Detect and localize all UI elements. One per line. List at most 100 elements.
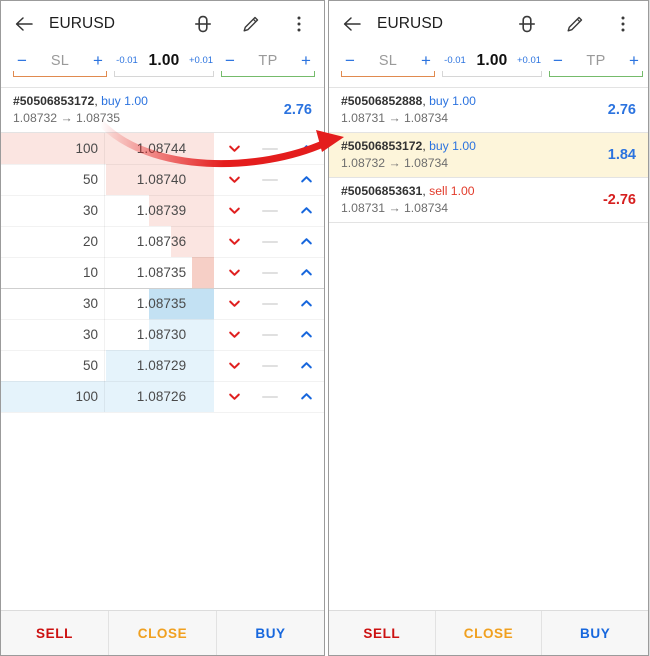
dom-row[interactable]: 301.08735 xyxy=(1,288,324,319)
chevron-down-icon[interactable] xyxy=(216,327,252,342)
sl-increment-button[interactable]: + xyxy=(415,52,437,69)
chevron-up-icon[interactable] xyxy=(288,172,324,187)
volume-step-down[interactable]: -0.01 xyxy=(440,55,470,66)
position-headline: #50506853172, buy 1.00 xyxy=(341,138,598,154)
dom-row[interactable]: 1001.08744 xyxy=(1,133,324,164)
position-row[interactable]: #50506853631, sell 1.001.08731 → 1.08734… xyxy=(329,178,648,223)
take-profit-field[interactable]: − TP + xyxy=(547,47,645,74)
chevron-down-icon[interactable] xyxy=(216,296,252,311)
dom-price: 1.08744 xyxy=(107,141,216,156)
volume-step-up[interactable]: +0.01 xyxy=(514,55,544,66)
position-prices: 1.08732 → 1.08734 xyxy=(341,155,598,171)
chevron-up-icon[interactable] xyxy=(288,234,324,249)
position-direction: buy 1.00 xyxy=(101,94,148,108)
take-profit-field[interactable]: − TP + xyxy=(219,47,317,74)
volume-step-down[interactable]: -0.01 xyxy=(112,55,142,66)
dom-row[interactable]: 501.08740 xyxy=(1,164,324,195)
overflow-menu-icon[interactable] xyxy=(288,13,310,35)
chevron-down-icon[interactable] xyxy=(216,234,252,249)
chevron-down-icon[interactable] xyxy=(216,172,252,187)
dom-row[interactable]: 101.08735 xyxy=(1,257,324,288)
tp-increment-button[interactable]: + xyxy=(623,52,645,69)
sell-button[interactable]: SELL xyxy=(1,611,109,655)
dom-column-divider xyxy=(104,195,105,226)
position-headline: #50506853172, buy 1.00 xyxy=(13,93,274,109)
volume-value[interactable]: 1.00 xyxy=(470,52,514,70)
tp-decrement-button[interactable]: − xyxy=(547,52,569,69)
dash-icon xyxy=(252,272,288,274)
pencil-edit-icon[interactable] xyxy=(240,13,262,35)
volume-field[interactable]: -0.01 1.00 +0.01 xyxy=(440,47,544,74)
dom-row-cells: 1001.08744 xyxy=(1,133,324,164)
overflow-menu-icon[interactable] xyxy=(612,13,634,35)
position-ticket-id: #50506853172 xyxy=(341,139,422,153)
volume-underline xyxy=(442,71,542,77)
buy-button[interactable]: BUY xyxy=(542,611,648,655)
back-arrow-icon[interactable] xyxy=(13,13,35,35)
position-row[interactable]: #50506853172, buy 1.001.08732 → 1.087352… xyxy=(1,88,324,133)
dash-icon xyxy=(252,148,288,150)
dom-price: 1.08735 xyxy=(107,265,216,280)
dom-row[interactable]: 301.08730 xyxy=(1,319,324,350)
chevron-up-icon[interactable] xyxy=(288,141,324,156)
dom-row-cells: 101.08735 xyxy=(1,257,324,288)
depth-of-market-icon[interactable] xyxy=(516,13,538,35)
position-list-left: #50506853172, buy 1.001.08732 → 1.087352… xyxy=(1,88,324,133)
back-arrow-icon[interactable] xyxy=(341,13,363,35)
chevron-down-icon[interactable] xyxy=(216,389,252,404)
chevron-up-icon[interactable] xyxy=(288,327,324,342)
dom-row[interactable]: 501.08729 xyxy=(1,350,324,381)
dom-row[interactable]: 301.08739 xyxy=(1,195,324,226)
action-bar-left: SELL CLOSE BUY xyxy=(1,610,324,655)
sell-button[interactable]: SELL xyxy=(329,611,436,655)
volume-step-up[interactable]: +0.01 xyxy=(186,55,216,66)
position-direction: buy 1.00 xyxy=(429,139,476,153)
dom-column-divider xyxy=(104,226,105,257)
dom-row[interactable]: 201.08736 xyxy=(1,226,324,257)
chevron-up-icon[interactable] xyxy=(288,389,324,404)
tp-underline xyxy=(221,71,315,77)
dom-column-divider xyxy=(104,381,105,412)
page-title: EURUSD xyxy=(377,15,516,33)
chevron-up-icon[interactable] xyxy=(288,296,324,311)
chevron-up-icon[interactable] xyxy=(288,358,324,373)
buy-button[interactable]: BUY xyxy=(217,611,324,655)
dash-icon xyxy=(252,210,288,212)
tp-increment-button[interactable]: + xyxy=(295,52,317,69)
stop-loss-field[interactable]: − SL + xyxy=(11,47,109,74)
chevron-up-icon[interactable] xyxy=(288,203,324,218)
sl-decrement-button[interactable]: − xyxy=(339,52,361,69)
tp-decrement-button[interactable]: − xyxy=(219,52,241,69)
position-row[interactable]: #50506853172, buy 1.001.08732 → 1.087341… xyxy=(329,133,648,178)
dom-volume: 100 xyxy=(1,389,107,404)
position-prices: 1.08731 → 1.08734 xyxy=(341,200,593,216)
sl-increment-button[interactable]: + xyxy=(87,52,109,69)
chevron-up-icon[interactable] xyxy=(288,265,324,280)
sl-decrement-button[interactable]: − xyxy=(11,52,33,69)
dom-volume: 30 xyxy=(1,296,107,311)
chevron-down-icon[interactable] xyxy=(216,141,252,156)
chevron-down-icon[interactable] xyxy=(216,265,252,280)
dash-icon xyxy=(252,365,288,367)
app-bar-actions xyxy=(516,13,634,35)
dom-volume: 50 xyxy=(1,358,107,373)
chevron-down-icon[interactable] xyxy=(216,203,252,218)
position-row[interactable]: #50506852888, buy 1.001.08731 → 1.087342… xyxy=(329,88,648,133)
chevron-down-icon[interactable] xyxy=(216,358,252,373)
dom-row-cells: 501.08729 xyxy=(1,350,324,381)
action-bar-right: SELL CLOSE BUY xyxy=(329,610,648,655)
dom-column-divider xyxy=(104,350,105,381)
volume-value[interactable]: 1.00 xyxy=(142,52,186,70)
dom-row-divider xyxy=(1,350,324,351)
close-button[interactable]: CLOSE xyxy=(109,611,217,655)
volume-field[interactable]: -0.01 1.00 +0.01 xyxy=(112,47,216,74)
position-info: #50506852888, buy 1.001.08731 → 1.08734 xyxy=(341,93,598,126)
stop-loss-field[interactable]: − SL + xyxy=(339,47,437,74)
depth-of-market-icon[interactable] xyxy=(192,13,214,35)
dom-row-divider xyxy=(1,226,324,227)
dom-row[interactable]: 1001.08726 xyxy=(1,381,324,412)
trade-controls-right: − SL + -0.01 1.00 +0.01 − TP + xyxy=(329,47,648,88)
pencil-edit-icon[interactable] xyxy=(564,13,586,35)
close-button[interactable]: CLOSE xyxy=(436,611,543,655)
position-prices: 1.08731 → 1.08734 xyxy=(341,110,598,126)
